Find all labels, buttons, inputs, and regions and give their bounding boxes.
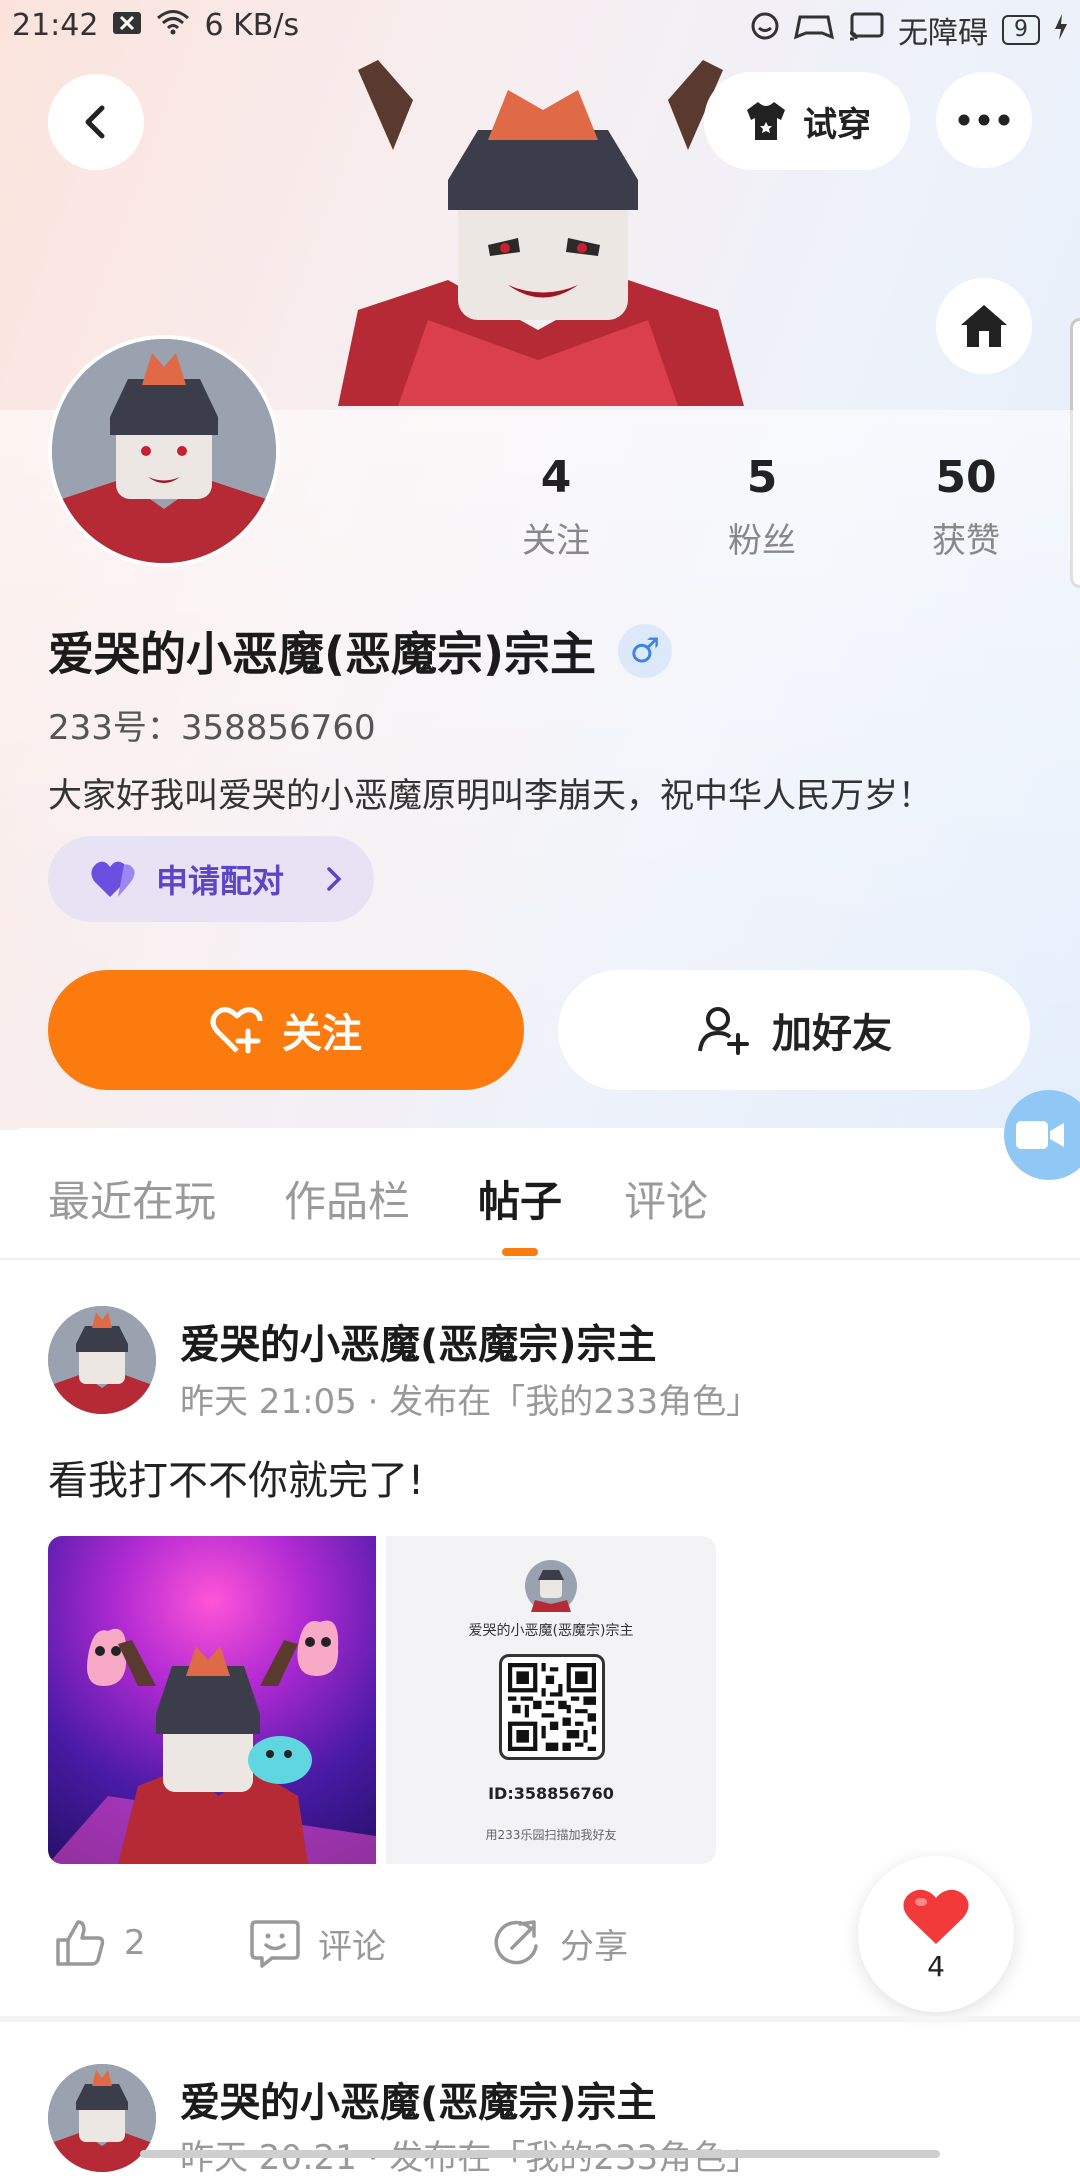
home-button[interactable] [936, 278, 1032, 374]
post-author-name[interactable]: 爱哭的小恶魔(恶魔宗)宗主 [180, 1312, 657, 1370]
heart-icon [903, 1889, 969, 1944]
tab-works[interactable]: 作品栏 [284, 1168, 410, 1229]
share-icon [494, 1920, 538, 1965]
like-count: 2 [124, 1923, 146, 1963]
stat-likes-count: 50 [935, 452, 997, 503]
wifi-icon [156, 8, 190, 43]
share-action[interactable]: 分享 [490, 1918, 628, 1968]
stat-likes[interactable]: 50 获赞 [886, 452, 1046, 562]
video-camera-icon [1016, 1121, 1064, 1149]
active-tab-indicator [502, 1248, 538, 1256]
profile-name-row: 爱哭的小恶魔(恶魔宗)宗主 ♂ [48, 618, 673, 684]
clock: 21:42 [12, 8, 99, 43]
heart-plus-icon [210, 1007, 263, 1054]
net-speed: 6 KB/s [204, 8, 300, 43]
post-text: 看我打不不你就完了! [48, 1458, 425, 1504]
accessibility-text: 无障碍 [898, 16, 988, 51]
stat-fans-label: 粉丝 [728, 521, 796, 561]
share-label: 分享 [560, 1926, 628, 1967]
post-image-qr-card[interactable]: 爱哭的小恶魔(恶魔宗)宗主 ID:358856760 用233乐园扫描加我好友 [386, 1536, 716, 1864]
card-tip: 用233乐园扫描加我好友 [485, 1828, 617, 1842]
profile-tabs: 最近在玩 作品栏 帖子 评论 [0, 1128, 1080, 1260]
comment-icon [250, 1920, 300, 1968]
more-button[interactable] [936, 72, 1032, 168]
cast-icon [848, 11, 884, 49]
stat-fans-count: 5 [746, 452, 778, 503]
post-image-character[interactable] [48, 1536, 376, 1864]
comment-action[interactable]: 评论 [250, 1918, 386, 1968]
male-gender-icon: ♂ [618, 624, 673, 678]
post-author-avatar[interactable] [48, 1306, 156, 1414]
try-on-button[interactable]: 试穿 [704, 72, 910, 170]
tab-recently-played[interactable]: 最近在玩 [48, 1168, 216, 1229]
profile-uid[interactable]: 233号：358856760 [48, 700, 376, 749]
follow-button[interactable]: 关注 [48, 970, 524, 1090]
shirt-icon [747, 102, 785, 140]
banner-avatar-image [338, 60, 744, 406]
apply-pair-label: 申请配对 [156, 862, 285, 900]
tab-comments[interactable]: 评论 [624, 1168, 708, 1229]
try-on-label: 试穿 [803, 104, 871, 145]
record-icon [750, 11, 780, 49]
profile-name: 爱哭的小恶魔(恶魔宗)宗主 [48, 627, 597, 681]
battery-indicator: 9 [1002, 15, 1040, 45]
tab-posts[interactable]: 帖子 [478, 1168, 562, 1229]
stat-following[interactable]: 4 关注 [476, 452, 636, 562]
heart-pair-icon [91, 861, 135, 897]
add-friend-button[interactable]: 加好友 [558, 970, 1030, 1090]
tabs-divider [0, 1258, 1080, 1260]
post-meta: 昨天 21:05 · 发布在「我的233角色」 [180, 1382, 761, 1422]
more-icon [958, 114, 1010, 126]
card-name: 爱哭的小恶魔(恶魔宗)宗主 [468, 1623, 634, 1639]
qr-code [499, 1654, 605, 1760]
like-action[interactable]: 2 [54, 1918, 146, 1968]
thumbs-up-icon [56, 1920, 105, 1966]
chevron-right-icon [327, 867, 342, 891]
stat-likes-label: 获赞 [932, 521, 1000, 561]
card-avatar [525, 1560, 577, 1612]
like-fab-button[interactable]: 4 [858, 1856, 1014, 2012]
profile-bio: 大家好我叫爱哭的小恶魔原明叫李崩天，祝中华人民万岁！ [48, 776, 932, 816]
charging-icon [1054, 13, 1068, 48]
like-fab-count: 4 [927, 1949, 945, 1983]
card-id: ID:358856760 [488, 1784, 614, 1803]
add-user-icon [698, 1007, 749, 1055]
profile-avatar[interactable] [48, 335, 280, 567]
gamepad-icon [793, 11, 835, 49]
apply-pair-button[interactable]: 申请配对 [48, 836, 374, 922]
close-box-icon [112, 8, 142, 43]
back-button[interactable] [48, 74, 144, 170]
add-friend-label: 加好友 [772, 1011, 892, 1057]
back-icon [85, 105, 105, 139]
comment-label: 评论 [318, 1926, 386, 1967]
post-divider [0, 2016, 1080, 2022]
follow-label: 关注 [282, 1011, 362, 1057]
home-indicator[interactable] [140, 2150, 940, 2158]
stat-following-count: 4 [540, 452, 572, 503]
status-bar: 21:42 6 KB/s 无障碍 9 [0, 0, 1080, 54]
home-icon [961, 305, 1007, 347]
stat-fans[interactable]: 5 粉丝 [682, 452, 842, 562]
post-author-name[interactable]: 爱哭的小恶魔(恶魔宗)宗主 [180, 2070, 657, 2128]
stat-following-label: 关注 [522, 521, 590, 561]
